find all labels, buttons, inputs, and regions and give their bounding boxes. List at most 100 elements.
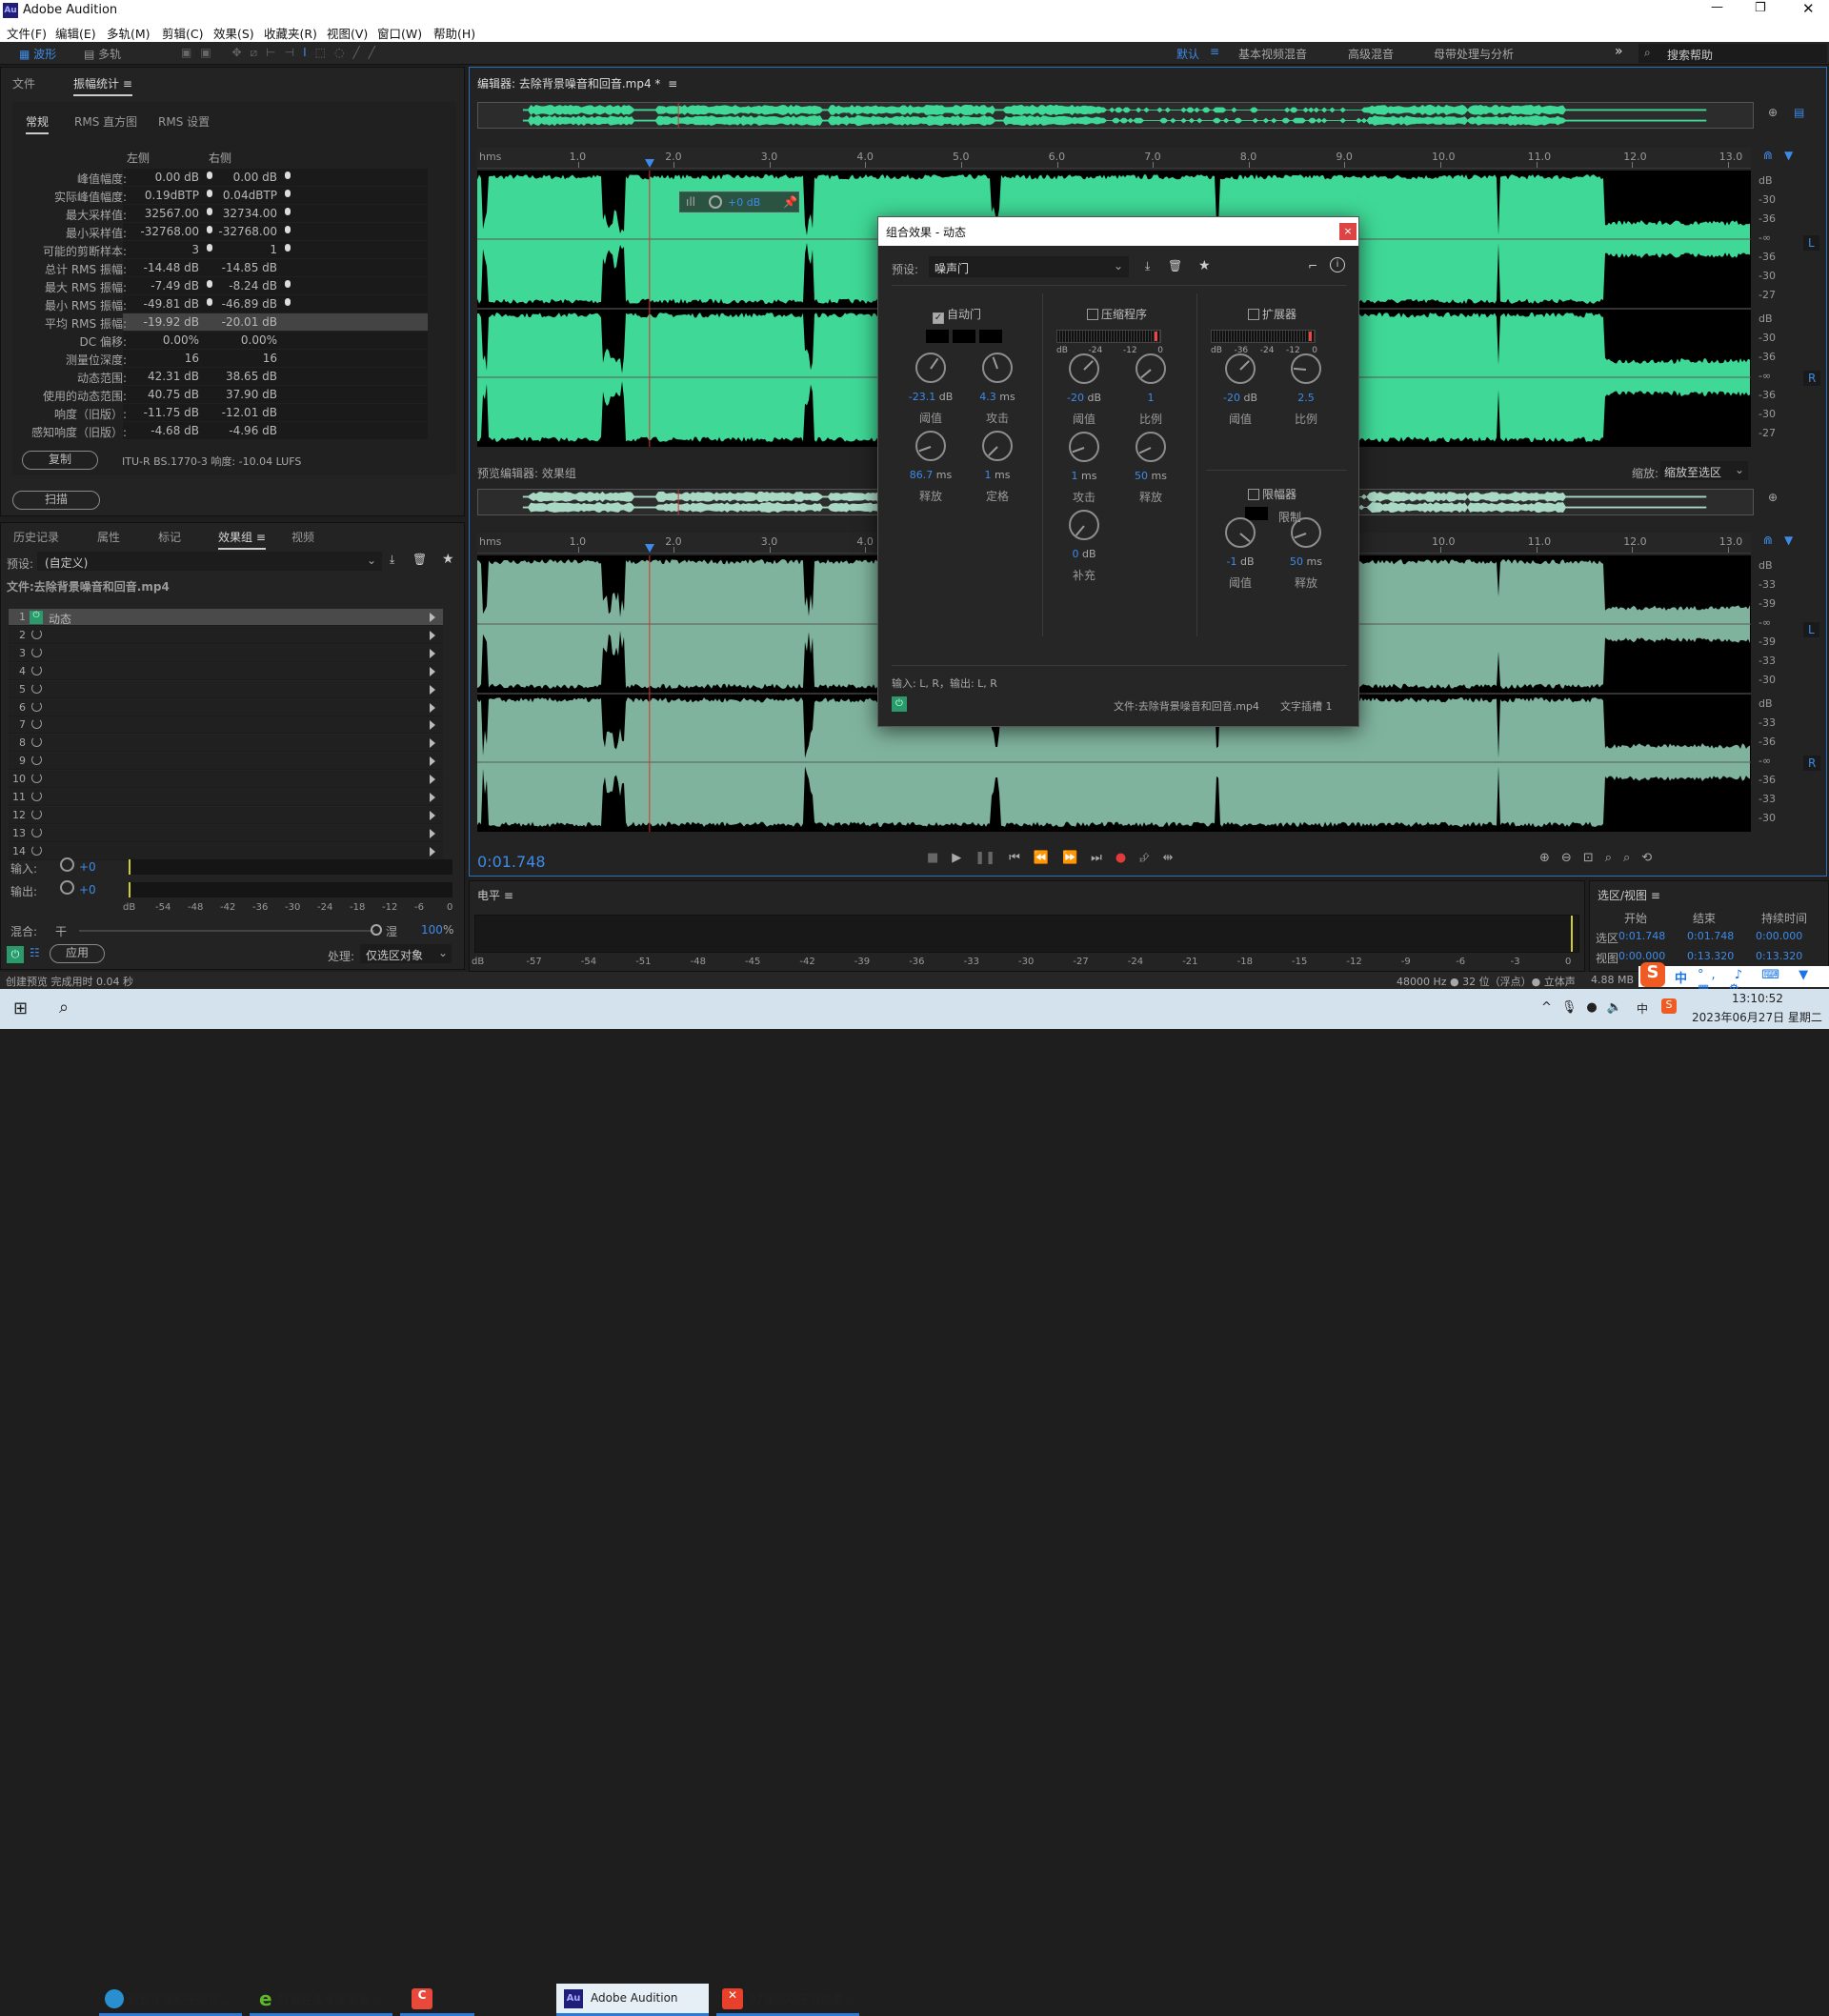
editor-title[interactable]: 编辑器: 去除背景噪音和回音.mp4 * ≡ — [477, 75, 677, 91]
output-gain-knob[interactable] — [60, 880, 74, 895]
delete-preset-icon[interactable]: 🗑 — [412, 553, 427, 566]
help-search-input[interactable]: ⌕ 搜索帮助 — [1638, 44, 1827, 63]
go-to-pin-icon[interactable] — [207, 190, 212, 197]
subtab-general[interactable]: 常规 — [26, 113, 50, 134]
power-icon[interactable] — [31, 700, 42, 712]
expand-arrow-icon[interactable] — [430, 702, 435, 713]
taskbar-app-camtasia[interactable]: C — [400, 1984, 474, 2016]
dialog-title-bar[interactable]: 组合效果 - 动态 × — [878, 217, 1358, 246]
compressor-checkbox[interactable]: 压缩程序 — [1087, 306, 1147, 322]
effect-slot[interactable]: 5 — [9, 680, 443, 698]
scan-button[interactable]: 扫描 — [12, 491, 100, 510]
expand-arrow-icon[interactable] — [430, 648, 435, 658]
effect-slot[interactable]: 9 — [9, 753, 443, 771]
power-icon[interactable] — [31, 628, 42, 639]
effect-slot[interactable]: 11 — [9, 789, 443, 806]
power-icon[interactable] — [31, 664, 42, 675]
power-icon[interactable] — [31, 808, 42, 819]
preview-channel-r[interactable]: R — [1803, 756, 1821, 771]
gate-checkbox[interactable]: ✓ 自动门 — [933, 306, 981, 324]
expander-knob-0[interactable] — [1225, 353, 1256, 384]
marker-icon[interactable]: ▼ — [1784, 149, 1793, 162]
power-icon[interactable] — [31, 682, 42, 694]
tab-history[interactable]: 历史记录 — [13, 529, 59, 545]
channel-r-toggle[interactable]: R — [1803, 371, 1821, 386]
multitrack-view-button[interactable]: ▤ 多轨 — [84, 46, 121, 62]
delete-preset-icon[interactable]: 🗑 — [1168, 259, 1182, 272]
subtab-rms-settings[interactable]: RMS 设置 — [158, 113, 210, 130]
effect-slot[interactable]: 6 — [9, 698, 443, 716]
clock-date[interactable]: 2023年06月27日 星期二 — [1692, 1009, 1822, 1025]
menu-favorites[interactable]: 收藏夹(R) — [264, 24, 317, 42]
zoom-fit-icon[interactable]: ⊕ — [1768, 106, 1778, 119]
go-to-pin-icon[interactable] — [207, 298, 212, 306]
effect-slot[interactable]: 3 — [9, 644, 443, 662]
workspace-mastering[interactable]: 母带处理与分析 — [1434, 46, 1514, 62]
zoom-dropdown[interactable]: 缩放至选区 ⌄ — [1660, 461, 1748, 480]
workspace-menu-icon[interactable]: ≡ — [1210, 45, 1219, 58]
power-icon[interactable] — [31, 791, 42, 801]
effect-slot[interactable]: 10 — [9, 771, 443, 789]
preview-zoom-fit-icon[interactable]: ⊕ — [1768, 491, 1778, 504]
go-to-start-button[interactable]: ⏮ — [1009, 851, 1020, 865]
effect-slot[interactable]: 8 — [9, 735, 443, 753]
playhead-handle[interactable] — [644, 544, 654, 553]
expand-arrow-icon[interactable] — [430, 684, 435, 695]
selection-end[interactable]: 0:01.748 — [1687, 930, 1734, 942]
input-gain-knob[interactable] — [60, 857, 74, 872]
compressor-value-4[interactable]: 0 dB — [1041, 548, 1127, 560]
preview-channel-l[interactable]: L — [1803, 622, 1819, 637]
go-to-pin-icon[interactable] — [285, 190, 291, 197]
effect-slot[interactable]: 2 — [9, 626, 443, 644]
save-preset-icon[interactable]: ⤓ — [390, 553, 394, 567]
expand-arrow-icon[interactable] — [430, 720, 435, 731]
tab-markers[interactable]: 标记 — [158, 529, 181, 545]
tray-sogou-icon[interactable]: S — [1661, 998, 1677, 1014]
power-icon[interactable] — [31, 736, 42, 748]
menu-edit[interactable]: 编辑(E) — [55, 24, 96, 42]
gate-knob-3[interactable] — [982, 431, 1013, 461]
playhead-handle[interactable] — [644, 159, 654, 168]
compressor-value-3[interactable]: 50 ms — [1108, 470, 1194, 482]
compressor-knob-1[interactable] — [1136, 353, 1166, 384]
workspace-video-mix[interactable]: 基本视频混音 — [1238, 46, 1307, 62]
input-gain-value[interactable]: +0 — [79, 860, 96, 874]
expand-arrow-icon[interactable] — [430, 775, 435, 785]
compressor-value-1[interactable]: 1 — [1108, 392, 1194, 404]
start-button[interactable]: ⊞ — [13, 998, 28, 1018]
more-workspaces-button[interactable]: » — [1615, 44, 1623, 59]
clock-time[interactable]: 13:10:52 — [1732, 992, 1783, 1005]
current-time[interactable]: 0:01.748 — [477, 853, 546, 871]
close-window-button[interactable]: ✕ — [1802, 0, 1815, 17]
minimize-button[interactable]: — — [1711, 0, 1723, 14]
expand-arrow-icon[interactable] — [430, 793, 435, 802]
power-icon[interactable] — [31, 646, 42, 657]
tray-ime[interactable]: 中 — [1637, 1000, 1648, 1017]
effect-slot[interactable]: 4 — [9, 662, 443, 680]
limiter-knob-1[interactable] — [1291, 517, 1321, 548]
expand-arrow-icon[interactable] — [430, 613, 435, 622]
stop-button[interactable]: ■ — [927, 851, 938, 865]
power-icon[interactable] — [31, 844, 42, 856]
power-on-icon[interactable]: ⏻ — [30, 611, 43, 624]
gate-knob-0[interactable] — [915, 353, 946, 383]
limiter-value-1[interactable]: 50 ms — [1263, 555, 1349, 568]
go-to-end-button[interactable]: ⏭ — [1091, 851, 1102, 865]
view-end[interactable]: 0:13.320 — [1687, 950, 1734, 962]
tab-video[interactable]: 视频 — [291, 529, 314, 545]
snap-icon[interactable]: ⋒ — [1763, 149, 1773, 162]
go-to-pin-icon[interactable] — [207, 208, 212, 215]
tab-effects-rack[interactable]: 效果组 ≡ — [218, 529, 266, 550]
favorite-star-icon[interactable]: ★ — [1198, 258, 1211, 273]
rack-power-button[interactable]: ⏻ — [7, 946, 24, 963]
tray-icons[interactable]: ^🎙●🔈 — [1541, 1000, 1632, 1015]
taskbar-app-ie[interactable]: e 抖音企业号商家管... — [250, 1984, 392, 2016]
gate-knob-2[interactable] — [915, 431, 946, 461]
subtab-rms-histogram[interactable]: RMS 直方图 — [74, 113, 137, 130]
ime-toolbar[interactable]: S 中 °, ♪ ⌨ ▼ ▦ ⚙ — [1638, 962, 1829, 997]
apply-button[interactable]: 应用 — [50, 944, 105, 963]
selection-start[interactable]: 0:01.748 — [1618, 930, 1665, 942]
favorite-star-icon[interactable]: ★ — [442, 552, 454, 567]
go-to-pin-icon[interactable] — [207, 226, 212, 233]
go-to-pin-icon[interactable] — [207, 244, 212, 252]
